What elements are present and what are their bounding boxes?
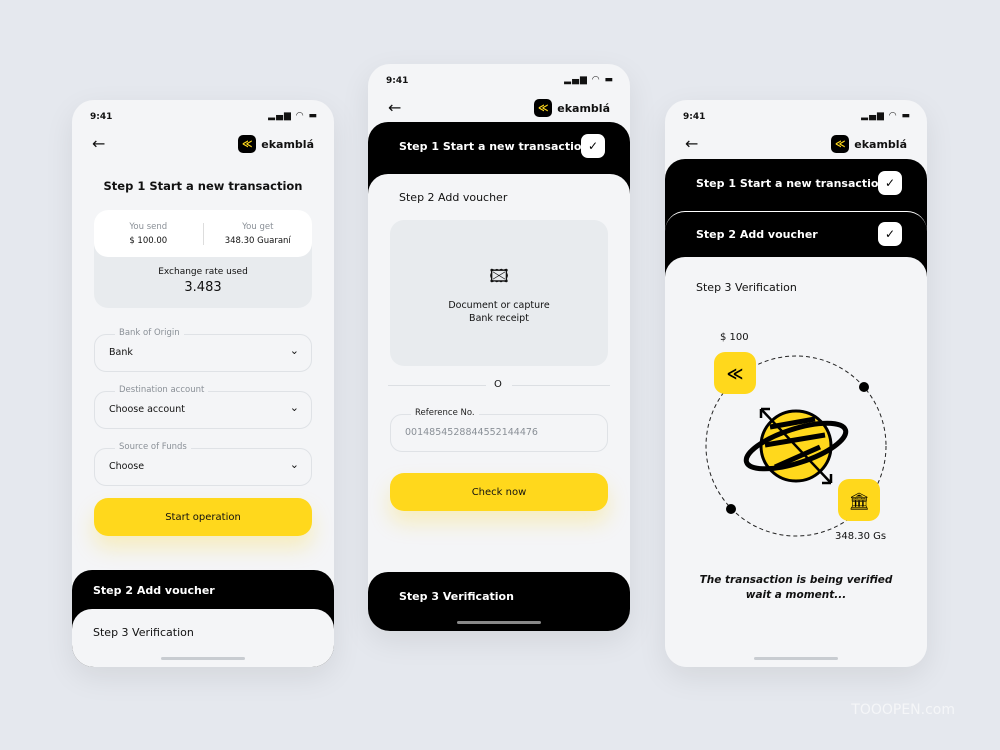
back-arrow-icon[interactable]: ← <box>685 134 698 153</box>
upload-subtext: Bank receipt <box>469 313 529 324</box>
bank-icon: 🏛 <box>848 492 870 512</box>
check-icon: ✓ <box>581 134 605 158</box>
status-time: 9:41 <box>386 76 409 86</box>
orbit-dot <box>859 382 869 392</box>
exchange-card: You send $ 100.00 You get 348.30 Guaraní E… <box>94 210 312 308</box>
field-label: Reference No. <box>411 408 479 418</box>
phone-step2: 9:41 ▂▄▆ ◠ ▬ ← ≪ ekamblá Step 1 Start a n… <box>368 64 630 631</box>
source-funds-select[interactable]: Source of Funds Choose ⌄ <box>94 442 312 486</box>
field-value: Choose account <box>109 404 185 415</box>
upload-text: Document or capture <box>448 300 550 311</box>
rate-label: Exchange rate used <box>158 267 248 277</box>
ekambla-logo-icon: ≪ <box>238 135 257 153</box>
step3-label: Step 3 Verification <box>399 590 514 603</box>
destination-account-select[interactable]: Destination account Choose account ⌄ <box>94 385 312 429</box>
step3-label: Step 3 Verification <box>93 626 194 639</box>
brand-logo: ≪ ekamblá <box>238 135 314 153</box>
step3-label: Step 3 Verification <box>696 281 797 294</box>
brand-name: ekamblá <box>261 137 314 151</box>
send-value: $ 100.00 <box>129 235 168 246</box>
field-label: Source of Funds <box>115 442 191 452</box>
status-icons: ▂▄▆ ◠ ▬ <box>564 75 614 85</box>
step2-panel: Step 2 Add voucher 🖾 Document or capture… <box>368 174 630 574</box>
message-line-2: wait a moment... <box>745 589 847 601</box>
chevron-down-icon: ⌄ <box>289 344 299 357</box>
send-amount: $ 100 <box>720 332 749 343</box>
send-label: You send <box>129 221 168 232</box>
brand-logo: ≪ ekamblá <box>831 135 907 153</box>
planet-icon <box>743 407 849 485</box>
ekambla-logo-icon: ≪ <box>534 99 553 117</box>
step2-label: Step 2 Add voucher <box>93 584 215 597</box>
status-icons: ▂▄▆ ◠ ▬ <box>268 111 318 121</box>
check-now-button[interactable]: Check now <box>390 473 608 511</box>
rate-value: 3.483 <box>184 280 222 295</box>
divider <box>388 385 486 386</box>
brand-logo: ≪ ekamblá <box>534 99 610 117</box>
back-arrow-icon[interactable]: ← <box>388 98 401 117</box>
get-value: 348.30 Guaraní <box>224 235 291 246</box>
bank-origin-select[interactable]: Bank of Origin Bank ⌄ <box>94 328 312 372</box>
field-label: Bank of Origin <box>115 328 184 338</box>
field-label: Destination account <box>115 385 209 395</box>
brand-name: ekamblá <box>557 101 610 115</box>
ekambla-node-icon: ≪ <box>727 364 744 383</box>
step2-label: Step 2 Add voucher <box>696 228 818 241</box>
step3-panel: Step 3 Verification ≪ 🏛 $ 100 348.30 Gs … <box>665 257 927 667</box>
verification-message: The transaction is being verified wait a … <box>665 573 927 603</box>
page-title: Step 1 Start a new transaction <box>103 179 303 193</box>
watermark: TOOOPEN.com <box>851 702 955 718</box>
phone-step1: 9:41 ▂▄▆ ◠ ▬ ← ≪ ekamblá Step 1 Start a n… <box>72 100 334 667</box>
image-add-icon: 🖾 <box>489 266 509 287</box>
step2-label: Step 2 Add voucher <box>399 191 508 204</box>
check-icon: ✓ <box>878 171 902 195</box>
upload-area[interactable]: 🖾 Document or capture Bank receipt <box>390 220 608 366</box>
verification-illustration: ≪ 🏛 <box>705 352 887 537</box>
home-indicator <box>754 657 838 660</box>
chevron-down-icon: ⌄ <box>289 401 299 414</box>
field-value: Bank <box>109 347 133 358</box>
field-value: Choose <box>109 461 145 472</box>
step1-label: Step 1 Start a new transaction <box>696 177 887 190</box>
message-line-1: The transaction is being verified <box>699 574 893 586</box>
back-arrow-icon[interactable]: ← <box>92 134 105 153</box>
step1-label: Step 1 Start a new transaction <box>399 140 590 153</box>
start-operation-button[interactable]: Start operation <box>94 498 312 536</box>
home-indicator <box>457 621 541 624</box>
divider <box>512 385 610 386</box>
brand-name: ekamblá <box>854 137 907 151</box>
ekambla-logo-icon: ≪ <box>831 135 850 153</box>
chevron-down-icon: ⌄ <box>289 458 299 471</box>
status-icons: ▂▄▆ ◠ ▬ <box>861 111 911 121</box>
home-indicator <box>161 657 245 660</box>
reference-input[interactable]: Reference No. 0014854528844552144476 <box>390 408 608 452</box>
get-amount: 348.30 Gs <box>835 531 887 542</box>
field-value: 0014854528844552144476 <box>405 427 538 438</box>
phone-step3: 9:41 ▂▄▆ ◠ ▬ ← ≪ ekamblá Step 1 Start a n… <box>665 100 927 667</box>
status-time: 9:41 <box>90 112 113 122</box>
orbit-dot <box>726 504 736 514</box>
status-time: 9:41 <box>683 112 706 122</box>
get-label: You get <box>242 221 274 232</box>
check-icon: ✓ <box>878 222 902 246</box>
or-label: O <box>494 379 502 390</box>
